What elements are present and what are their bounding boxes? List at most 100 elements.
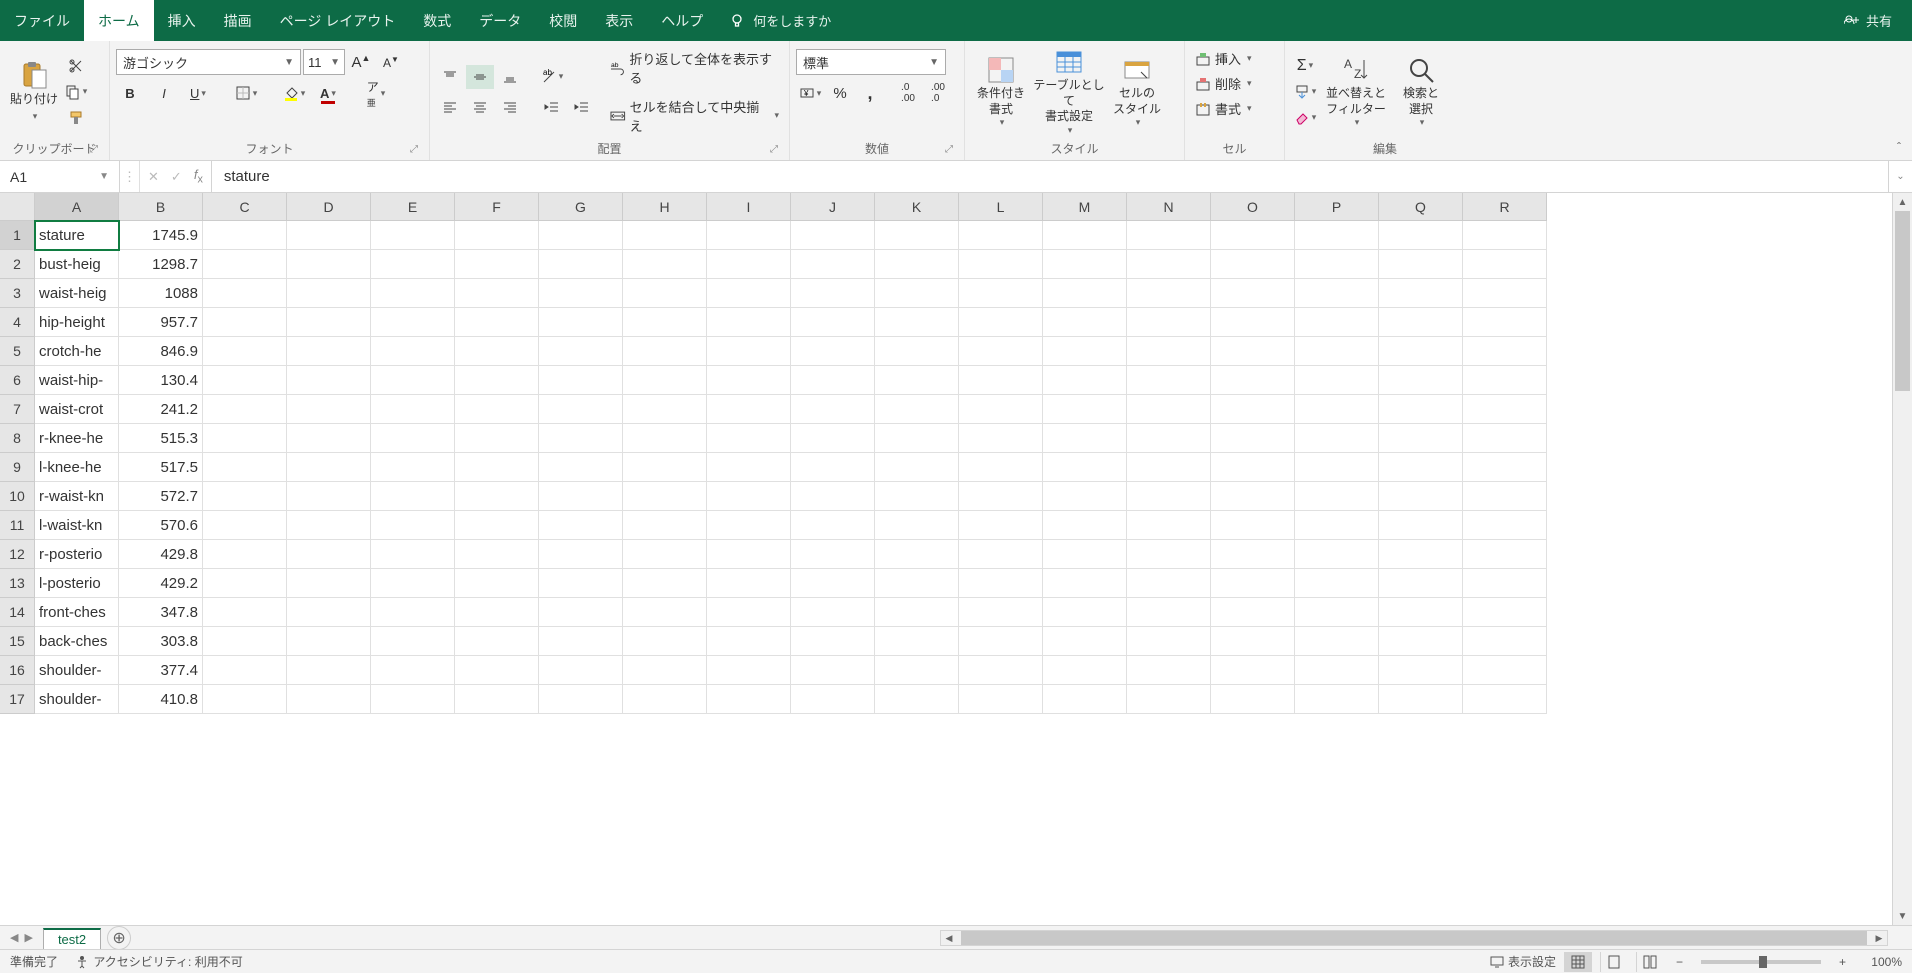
column-header-M[interactable]: M xyxy=(1043,193,1127,221)
cell-M6[interactable] xyxy=(1043,366,1127,395)
cell-Q5[interactable] xyxy=(1379,337,1463,366)
cell-H7[interactable] xyxy=(623,395,707,424)
cell-A5[interactable]: crotch-he xyxy=(35,337,119,366)
cell-O3[interactable] xyxy=(1211,279,1295,308)
select-all-corner[interactable] xyxy=(0,193,35,221)
font-size-combo[interactable]: 11▼ xyxy=(303,49,345,75)
cell-D15[interactable] xyxy=(287,627,371,656)
cell-B10[interactable]: 572.7 xyxy=(119,482,203,511)
row-header-9[interactable]: 9 xyxy=(0,453,35,482)
cell-J17[interactable] xyxy=(791,685,875,714)
zoom-out-button[interactable]: − xyxy=(1672,955,1687,969)
cell-A10[interactable]: r-waist-kn xyxy=(35,482,119,511)
cell-I11[interactable] xyxy=(707,511,791,540)
sheet-nav-next[interactable]: ▶ xyxy=(24,931,32,944)
cell-E12[interactable] xyxy=(371,540,455,569)
cell-R17[interactable] xyxy=(1463,685,1547,714)
cell-J4[interactable] xyxy=(791,308,875,337)
expand-formula-bar-button[interactable]: ⌄ xyxy=(1888,161,1912,192)
cell-F13[interactable] xyxy=(455,569,539,598)
increase-font-button[interactable]: A▲ xyxy=(347,50,375,74)
cell-C2[interactable] xyxy=(203,250,287,279)
font-family-combo[interactable]: 游ゴシック▼ xyxy=(116,49,301,75)
cell-K16[interactable] xyxy=(875,656,959,685)
cell-P14[interactable] xyxy=(1295,598,1379,627)
cell-J2[interactable] xyxy=(791,250,875,279)
vertical-scrollbar[interactable]: ▲ ▼ xyxy=(1892,193,1912,925)
cell-I13[interactable] xyxy=(707,569,791,598)
cell-I4[interactable] xyxy=(707,308,791,337)
cell-P8[interactable] xyxy=(1295,424,1379,453)
cell-D6[interactable] xyxy=(287,366,371,395)
cell-O16[interactable] xyxy=(1211,656,1295,685)
cell-R1[interactable] xyxy=(1463,221,1547,250)
cell-M14[interactable] xyxy=(1043,598,1127,627)
cell-F16[interactable] xyxy=(455,656,539,685)
cell-P2[interactable] xyxy=(1295,250,1379,279)
cell-O9[interactable] xyxy=(1211,453,1295,482)
cell-H5[interactable] xyxy=(623,337,707,366)
cell-A11[interactable]: l-waist-kn xyxy=(35,511,119,540)
cell-K11[interactable] xyxy=(875,511,959,540)
tab-view[interactable]: 表示 xyxy=(591,0,647,41)
horizontal-scrollbar[interactable]: ◀ ▶ xyxy=(940,930,1888,946)
phonetic-button[interactable]: ア亜 xyxy=(362,81,390,105)
cell-P13[interactable] xyxy=(1295,569,1379,598)
cell-R4[interactable] xyxy=(1463,308,1547,337)
cell-G4[interactable] xyxy=(539,308,623,337)
italic-button[interactable]: I xyxy=(150,81,178,105)
cell-H12[interactable] xyxy=(623,540,707,569)
cell-N5[interactable] xyxy=(1127,337,1211,366)
percent-format-button[interactable]: % xyxy=(826,81,854,105)
cell-E10[interactable] xyxy=(371,482,455,511)
cell-Q7[interactable] xyxy=(1379,395,1463,424)
wrap-text-button[interactable]: ab 折り返して全体を表示する xyxy=(606,47,783,89)
tell-me-search[interactable]: 何をしますか xyxy=(717,0,843,41)
page-break-view-button[interactable] xyxy=(1636,952,1664,972)
column-header-I[interactable]: I xyxy=(707,193,791,221)
cell-D5[interactable] xyxy=(287,337,371,366)
cell-I16[interactable] xyxy=(707,656,791,685)
cell-M7[interactable] xyxy=(1043,395,1127,424)
cell-Q10[interactable] xyxy=(1379,482,1463,511)
cell-M1[interactable] xyxy=(1043,221,1127,250)
cell-B8[interactable]: 515.3 xyxy=(119,424,203,453)
fill-color-button[interactable] xyxy=(280,81,308,105)
cell-J5[interactable] xyxy=(791,337,875,366)
cell-R13[interactable] xyxy=(1463,569,1547,598)
cell-F2[interactable] xyxy=(455,250,539,279)
cell-P17[interactable] xyxy=(1295,685,1379,714)
cell-P4[interactable] xyxy=(1295,308,1379,337)
cell-A14[interactable]: front-ches xyxy=(35,598,119,627)
cell-J14[interactable] xyxy=(791,598,875,627)
cell-D12[interactable] xyxy=(287,540,371,569)
cell-Q1[interactable] xyxy=(1379,221,1463,250)
cell-H6[interactable] xyxy=(623,366,707,395)
cell-A16[interactable]: shoulder- xyxy=(35,656,119,685)
cell-J12[interactable] xyxy=(791,540,875,569)
cell-H3[interactable] xyxy=(623,279,707,308)
delete-cells-button[interactable]: 削除 xyxy=(1191,72,1278,95)
cell-E6[interactable] xyxy=(371,366,455,395)
cell-G11[interactable] xyxy=(539,511,623,540)
cell-E11[interactable] xyxy=(371,511,455,540)
cell-E3[interactable] xyxy=(371,279,455,308)
cell-M10[interactable] xyxy=(1043,482,1127,511)
cell-B6[interactable]: 130.4 xyxy=(119,366,203,395)
cell-C15[interactable] xyxy=(203,627,287,656)
cell-F12[interactable] xyxy=(455,540,539,569)
cell-F9[interactable] xyxy=(455,453,539,482)
cell-G5[interactable] xyxy=(539,337,623,366)
column-header-H[interactable]: H xyxy=(623,193,707,221)
cell-I6[interactable] xyxy=(707,366,791,395)
cell-O12[interactable] xyxy=(1211,540,1295,569)
cell-C7[interactable] xyxy=(203,395,287,424)
cell-I3[interactable] xyxy=(707,279,791,308)
cell-M4[interactable] xyxy=(1043,308,1127,337)
column-header-D[interactable]: D xyxy=(287,193,371,221)
cell-R16[interactable] xyxy=(1463,656,1547,685)
cell-B5[interactable]: 846.9 xyxy=(119,337,203,366)
cell-O5[interactable] xyxy=(1211,337,1295,366)
enter-formula-button[interactable]: ✓ xyxy=(171,169,182,185)
column-header-B[interactable]: B xyxy=(119,193,203,221)
